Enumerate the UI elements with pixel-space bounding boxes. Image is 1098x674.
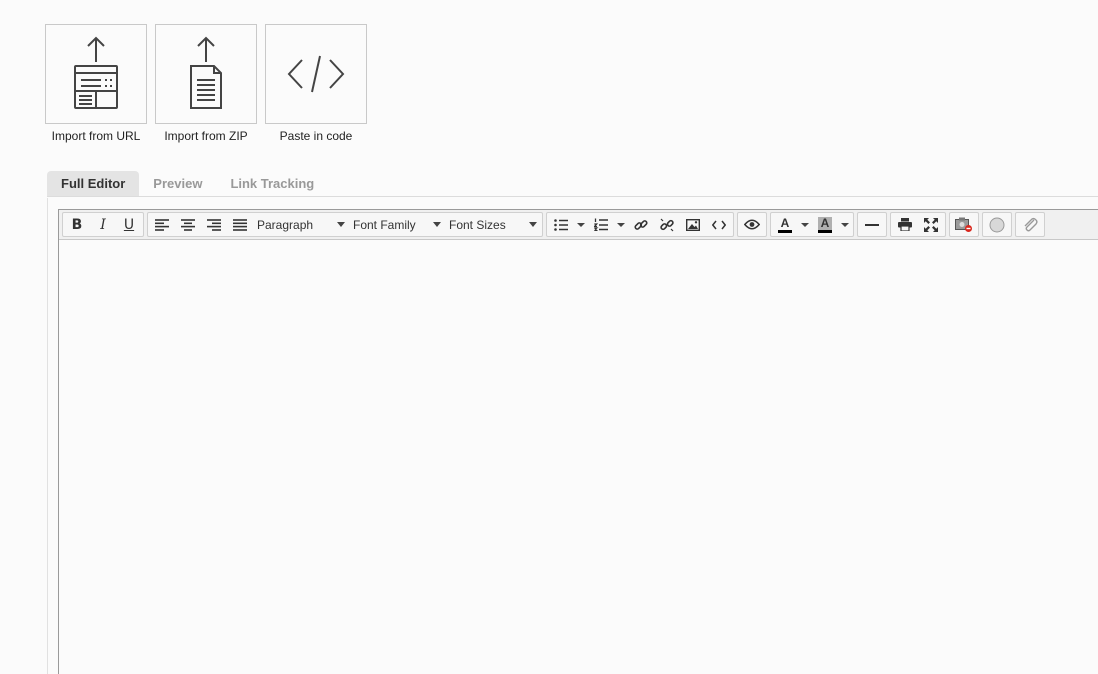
editor-content-area[interactable]	[59, 240, 1098, 674]
tab-full-editor[interactable]: Full Editor	[47, 171, 140, 196]
align-left-button[interactable]	[149, 214, 175, 235]
extra-group	[982, 212, 1012, 237]
insert-group	[546, 212, 734, 237]
insert-image-button[interactable]	[680, 214, 706, 235]
tab-divider	[47, 196, 1098, 197]
insert-link-button[interactable]	[628, 214, 654, 235]
italic-button[interactable]: I	[90, 214, 116, 235]
block-format-dropdown[interactable]: Paragraph	[253, 214, 349, 235]
import-options: Import from URL Import from ZIP Paste in…	[45, 24, 375, 143]
editor-toolbar: B I U Paragraph Font Family Font Sizes A…	[59, 210, 1098, 240]
align-left-icon	[155, 218, 169, 231]
paste-in-code-tile[interactable]: Paste in code	[265, 24, 367, 143]
background-color-button[interactable]: A	[812, 214, 838, 235]
fullscreen-button[interactable]	[918, 214, 944, 235]
bold-button[interactable]: B	[64, 214, 90, 235]
image-icon	[686, 218, 700, 231]
underline-button[interactable]: U	[116, 214, 142, 235]
font-size-dropdown[interactable]: Font Sizes	[445, 214, 541, 235]
text-color-icon: A	[780, 215, 790, 230]
bullet-list-button[interactable]	[548, 214, 574, 235]
text-color-menu-icon[interactable]	[801, 222, 809, 227]
image-tools-group	[949, 212, 979, 237]
import-from-zip-button[interactable]	[155, 24, 257, 124]
block-format-value: Paragraph	[257, 217, 314, 232]
eye-icon	[744, 219, 760, 230]
numbered-list-menu-icon[interactable]	[617, 222, 625, 227]
hr-group	[857, 212, 887, 237]
code-icon	[712, 220, 726, 230]
rich-text-editor: B I U Paragraph Font Family Font Sizes A…	[58, 209, 1098, 674]
image-remove-icon	[955, 217, 973, 233]
horizontal-rule-icon	[865, 223, 879, 227]
import-from-url-label: Import from URL	[51, 129, 141, 143]
tab-preview[interactable]: Preview	[139, 171, 216, 196]
align-center-icon	[181, 218, 195, 231]
link-icon	[634, 218, 648, 232]
align-justify-icon	[233, 218, 247, 231]
horizontal-rule-button[interactable]	[859, 214, 885, 235]
import-from-url-tile[interactable]: Import from URL	[45, 24, 147, 143]
preview-group	[737, 212, 767, 237]
attachment-group	[1015, 212, 1045, 237]
print-icon	[898, 218, 912, 231]
font-size-value: Font Sizes	[449, 217, 506, 232]
alignment-format-group: Paragraph Font Family Font Sizes	[147, 212, 543, 237]
font-family-dropdown[interactable]: Font Family	[349, 214, 445, 235]
background-color-menu-icon[interactable]	[841, 222, 849, 227]
background-color-swatch	[818, 229, 832, 233]
import-from-zip-tile[interactable]: Import from ZIP	[155, 24, 257, 143]
paperclip-icon	[1022, 217, 1038, 233]
source-code-button[interactable]	[706, 214, 732, 235]
bullet-list-menu-icon[interactable]	[577, 222, 585, 227]
chevron-down-icon	[529, 222, 537, 227]
print-fullscreen-group	[890, 212, 946, 237]
chevron-down-icon	[337, 222, 345, 227]
text-color-button[interactable]: A	[772, 214, 798, 235]
paste-in-code-label: Paste in code	[279, 129, 353, 143]
align-right-icon	[207, 218, 221, 231]
numbered-list-button[interactable]	[588, 214, 614, 235]
tab-link-tracking[interactable]: Link Tracking	[216, 171, 328, 196]
code-icon	[286, 54, 346, 94]
remove-link-button[interactable]	[654, 214, 680, 235]
attachment-button[interactable]	[1017, 214, 1043, 235]
import-url-icon	[71, 36, 121, 112]
bullet-list-icon	[554, 218, 568, 231]
font-family-value: Font Family	[353, 217, 416, 232]
circle-icon	[989, 217, 1005, 233]
import-from-zip-label: Import from ZIP	[164, 129, 248, 143]
text-color-swatch	[778, 229, 792, 233]
align-right-button[interactable]	[201, 214, 227, 235]
paste-in-code-button[interactable]	[265, 24, 367, 124]
numbered-list-icon	[594, 218, 608, 231]
background-color-letter: A	[820, 215, 830, 230]
special-button[interactable]	[984, 214, 1010, 235]
preview-button[interactable]	[739, 214, 765, 235]
align-center-button[interactable]	[175, 214, 201, 235]
import-zip-icon	[181, 36, 231, 112]
remove-images-button[interactable]	[951, 214, 977, 235]
background-color-icon: A	[818, 215, 832, 233]
align-justify-button[interactable]	[227, 214, 253, 235]
text-style-group: B I U	[62, 212, 144, 237]
color-group: A A	[770, 212, 854, 237]
chevron-down-icon	[433, 222, 441, 227]
fullscreen-icon	[924, 217, 938, 232]
import-from-url-button[interactable]	[45, 24, 147, 124]
print-button[interactable]	[892, 214, 918, 235]
editor-tabs: Full Editor Preview Link Tracking	[47, 171, 328, 196]
unlink-icon	[660, 218, 674, 232]
